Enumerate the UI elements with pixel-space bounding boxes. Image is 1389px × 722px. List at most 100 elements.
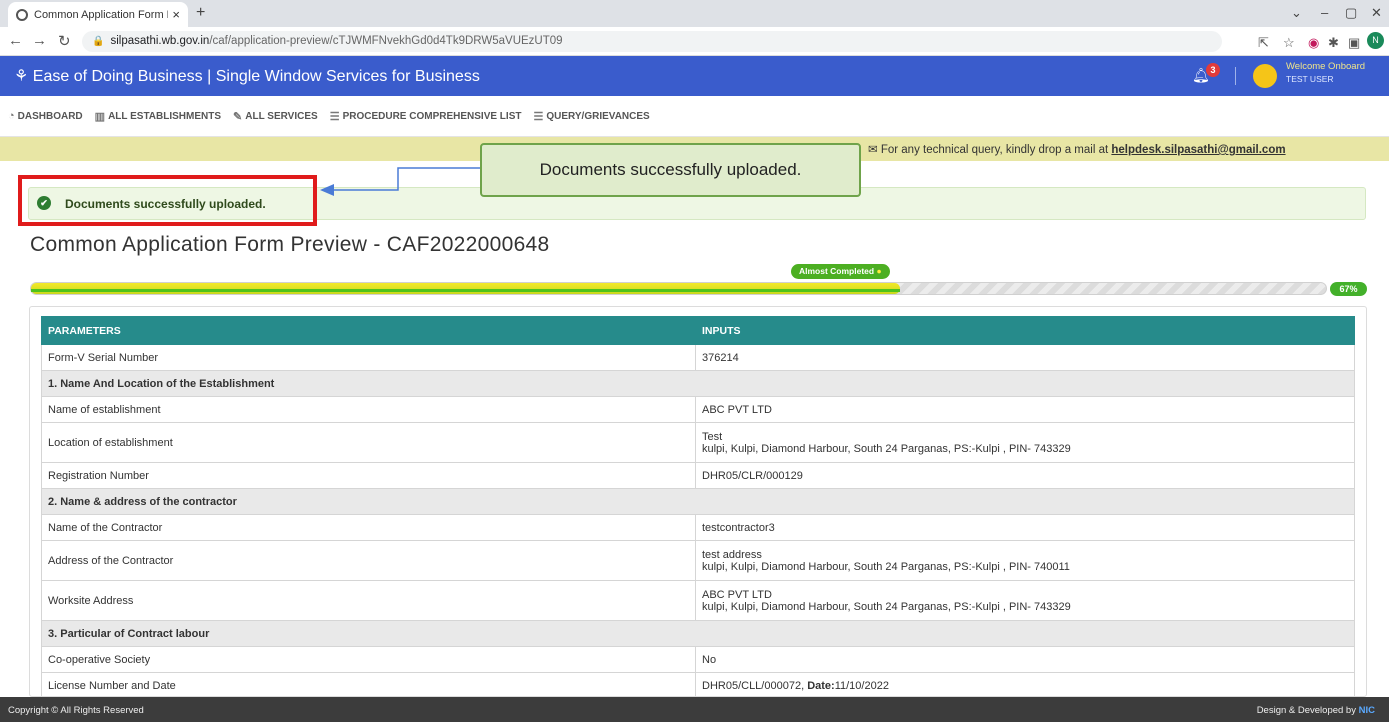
menu-item-label: ALL SERVICES: [245, 110, 318, 122]
helpdesk-email-link[interactable]: helpdesk.silpasathi@gmail.com: [1111, 144, 1285, 156]
tab-close-button[interactable]: ×: [172, 7, 180, 22]
table-row: Registration Number DHR05/CLR/000129: [41, 462, 1355, 489]
input-value-address: kulpi, Kulpi, Diamond Harbour, South 24 …: [702, 560, 1070, 573]
input-cell: No: [695, 646, 1355, 673]
input-cell: ABC PVT LTD: [695, 396, 1355, 423]
input-cell: test address kulpi, Kulpi, Diamond Harbou…: [695, 540, 1355, 581]
menu-item-procedure-list[interactable]: ☰ PROCEDURE COMPREHENSIVE LIST: [330, 110, 522, 123]
parameter-cell: License Number and Date: [41, 672, 696, 696]
parameter-cell: Name of establishment: [41, 396, 696, 423]
menu-item-label: DASHBOARD: [17, 110, 83, 122]
table-row: Location of establishment Test kulpi, Kulp…: [41, 422, 1355, 463]
input-value: No: [702, 653, 717, 666]
app-title[interactable]: ⚘ Ease of Doing Business | Single Window…: [14, 66, 480, 86]
list-icon: ☰: [533, 110, 544, 123]
nic-logo: NIC: [1358, 705, 1375, 716]
chevron-down-icon[interactable]: ⌄: [1291, 5, 1302, 21]
input-value: ABC PVT LTD: [702, 588, 772, 601]
sitemap-icon: ⚘: [14, 68, 33, 85]
input-value: test address: [702, 548, 762, 561]
building-icon: ▥: [94, 110, 106, 123]
wrench-icon: ✎: [233, 110, 243, 123]
menu-item-query-grievances[interactable]: ☰ QUERY/GRIEVANCES: [533, 110, 649, 123]
progress-bar: [30, 282, 1327, 295]
profile-avatar[interactable]: N: [1367, 32, 1384, 49]
extension-icon[interactable]: ◉: [1308, 35, 1319, 51]
star-icon[interactable]: ☆: [1283, 35, 1295, 51]
back-arrow-icon[interactable]: ←: [8, 32, 23, 49]
input-cell: ABC PVT LTD kulpi, Kulpi, Diamond Harbour…: [695, 580, 1355, 621]
menu-item-label: ALL ESTABLISHMENTS: [108, 110, 222, 122]
table-body: Form-V Serial Number 376214 1. Name And Lo…: [41, 344, 1355, 696]
table-row: Worksite Address ABC PVT LTD kulpi, Kulpi,…: [41, 580, 1355, 621]
design-credit: Design & Developed by NIC: [1257, 705, 1375, 716]
caf-preview-panel: PARAMETERS INPUTS Form-V Serial Number 37…: [29, 306, 1367, 697]
welcome-text[interactable]: Welcome Onboard: [1286, 61, 1365, 72]
app-header: ⚘ Ease of Doing Business | Single Window…: [0, 56, 1389, 96]
menu-item-all-establishments[interactable]: ▥ ALL ESTABLISHMENTS: [95, 110, 221, 123]
section-title: 1. Name And Location of the Establishmen…: [41, 370, 1355, 397]
tab-title: Common Application Form Previ: [34, 8, 168, 21]
table-section-row: 2. Name & address of the contractor: [41, 488, 1355, 515]
input-cell: 376214: [695, 344, 1355, 371]
lock-icon: 🔒: [92, 36, 105, 47]
thumbs-up-icon: ●: [876, 266, 882, 276]
username: TEST USER: [1286, 74, 1334, 84]
menu-item-dashboard[interactable]: ◔ DASHBOARD: [8, 110, 83, 122]
section-title: 3. Particular of Contract labour: [41, 620, 1355, 647]
annotation-callout: Documents successfully uploaded.: [480, 143, 861, 197]
table-row: Form-V Serial Number 376214: [41, 344, 1355, 371]
progress-percent: 67%: [1330, 282, 1367, 296]
new-tab-button[interactable]: +: [196, 4, 205, 22]
table-row: Address of the Contractor test address kul…: [41, 540, 1355, 581]
highlight-box: [18, 175, 317, 226]
puzzle-icon[interactable]: ✱: [1328, 35, 1339, 51]
table-row: License Number and Date DHR05/CLL/000072,…: [41, 672, 1355, 696]
table-header-row: PARAMETERS INPUTS: [41, 316, 1355, 345]
address-bar: ← → ↻ 🔒 silpasathi.wb.gov.in/caf/applicat…: [0, 27, 1389, 56]
caf-table: PARAMETERS INPUTS Form-V Serial Number 37…: [41, 316, 1355, 696]
notification-badge: 3: [1206, 63, 1220, 77]
input-cell: DHR05/CLL/000072, Date:11/10/2022: [695, 672, 1355, 696]
url-host: silpasathi.wb.gov.in: [110, 35, 210, 47]
browser-tab[interactable]: Common Application Form Previ ×: [8, 2, 188, 27]
input-value: testcontractor3: [702, 521, 775, 534]
progress-fill-line: [31, 289, 900, 292]
input-cell: testcontractor3: [695, 514, 1355, 541]
column-header-inputs: INPUTS: [695, 316, 1355, 345]
url-path: /caf/application-preview/cTJWMFNvekhGd0d…: [209, 35, 563, 47]
table-row: Co-operative Society No: [41, 646, 1355, 673]
helpdesk-text: ✉ For any technical query, kindly drop a…: [868, 142, 1286, 156]
parameter-cell: Location of establishment: [41, 422, 696, 463]
restore-button[interactable]: ▢: [1345, 5, 1357, 21]
page-title: Common Application Form Preview - CAF202…: [30, 233, 550, 256]
design-credit-text: Design & Developed by: [1256, 705, 1356, 716]
main-menu: ◔ DASHBOARD ▥ ALL ESTABLISHMENTS ✎ ALL SERV…: [0, 96, 1389, 137]
table-section-row: 1. Name And Location of the Establishmen…: [41, 370, 1355, 397]
input-cell: Test kulpi, Kulpi, Diamond Harbour, South…: [695, 422, 1355, 463]
footer: Copyright © All Rights Reserved Design &…: [0, 697, 1389, 722]
parameter-cell: Co-operative Society: [41, 646, 696, 673]
parameter-cell: Worksite Address: [41, 580, 696, 621]
date-value: 11/10/2022: [834, 679, 889, 692]
table-row: Name of the Contractor testcontractor3: [41, 514, 1355, 541]
sidepanel-icon[interactable]: ▣: [1348, 35, 1360, 51]
share-icon[interactable]: ⇱: [1258, 35, 1269, 51]
section-title: 2. Name & address of the contractor: [41, 488, 1355, 515]
list-icon: ☰: [329, 110, 340, 123]
input-value-address: kulpi, Kulpi, Diamond Harbour, South 24 …: [702, 600, 1071, 613]
dashboard-icon: ◔: [8, 110, 15, 122]
menu-item-label: PROCEDURE COMPREHENSIVE LIST: [342, 110, 522, 122]
forward-arrow-icon[interactable]: →: [32, 32, 47, 49]
date-label: Date:: [807, 679, 835, 692]
reload-icon[interactable]: ↻: [58, 32, 71, 50]
avatar[interactable]: [1253, 64, 1277, 88]
input-value: ABC PVT LTD: [702, 403, 772, 416]
parameter-cell: Registration Number: [41, 462, 696, 489]
window-close-button[interactable]: ✕: [1371, 5, 1382, 21]
url-input[interactable]: 🔒 silpasathi.wb.gov.in/caf/application-pr…: [82, 31, 1222, 52]
minimize-button[interactable]: –: [1321, 5, 1328, 20]
input-cell: DHR05/CLR/000129: [695, 462, 1355, 489]
menu-item-label: QUERY/GRIEVANCES: [546, 110, 650, 122]
menu-item-all-services[interactable]: ✎ ALL SERVICES: [233, 110, 318, 123]
